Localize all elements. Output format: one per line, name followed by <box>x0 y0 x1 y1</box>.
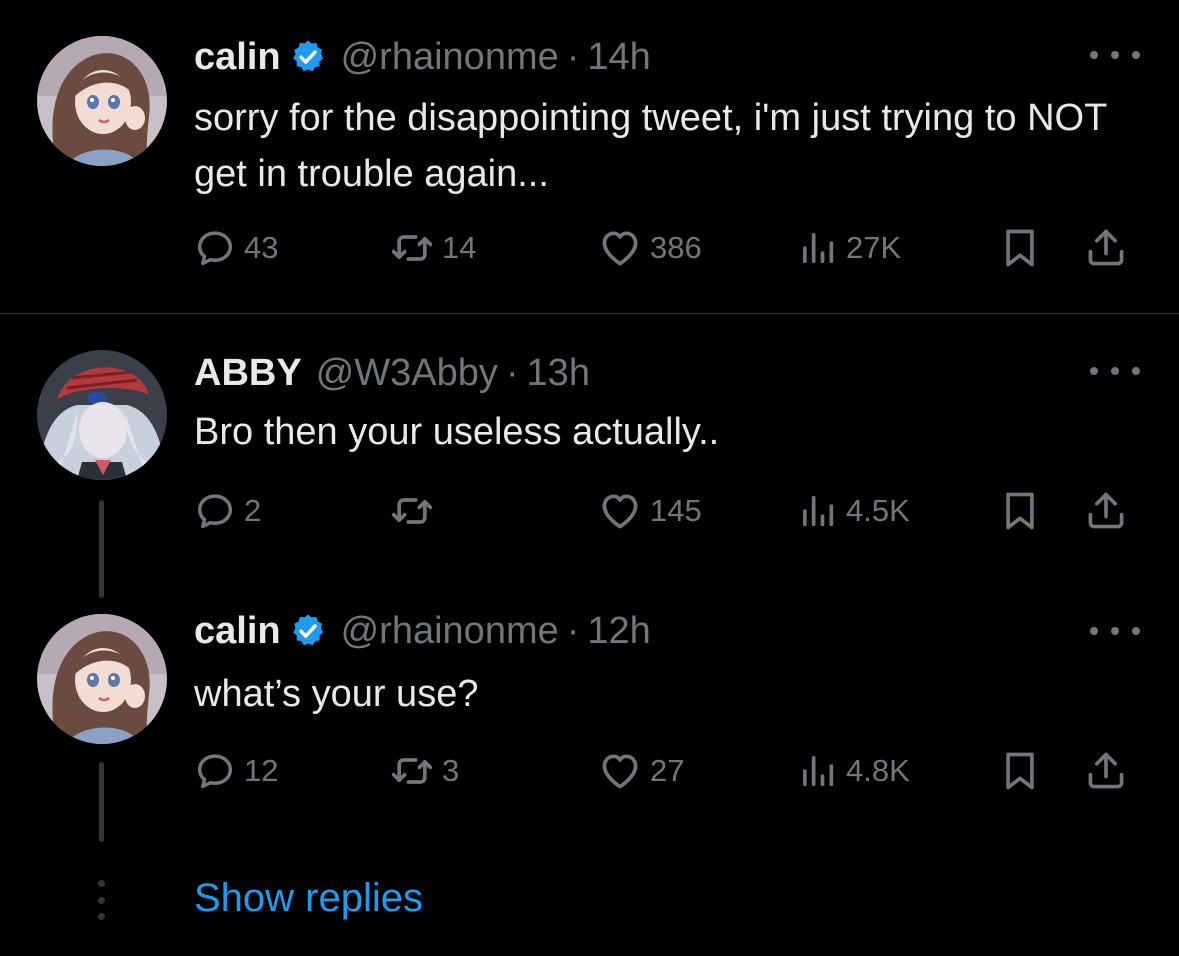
user-handle[interactable]: @rhainonme <box>341 610 559 653</box>
bookmark-icon <box>998 489 1042 533</box>
verified-badge-icon <box>289 612 327 650</box>
user-handle[interactable]: @rhainonme <box>341 36 559 79</box>
like-button[interactable]: 145 <box>598 486 702 536</box>
speech-bubble-icon <box>194 750 236 792</box>
separator-dot: · <box>566 609 580 652</box>
tweet-3[interactable]: calin @rhainonme · 12h what’s your use? … <box>0 574 1179 844</box>
bar-chart-icon <box>798 228 838 268</box>
timestamp[interactable]: 12h <box>587 610 650 653</box>
retweet-arrows-icon <box>390 489 434 533</box>
bar-chart-icon <box>798 751 838 791</box>
tweet-actions: 43 14 386 27K <box>194 223 1144 273</box>
reply-button[interactable]: 12 <box>194 746 278 796</box>
reply-button[interactable]: 43 <box>194 223 278 273</box>
bookmark-icon <box>998 226 1042 270</box>
share-upload-icon <box>1084 749 1128 793</box>
more-options-icon[interactable] <box>1090 45 1140 65</box>
retweet-arrows-icon <box>390 226 434 270</box>
verified-badge-icon <box>289 38 327 76</box>
more-options-icon[interactable] <box>1090 361 1140 381</box>
show-replies-link[interactable]: Show replies <box>194 876 423 921</box>
like-count: 145 <box>650 493 702 528</box>
share-upload-icon <box>1084 226 1128 270</box>
bookmark-button[interactable] <box>998 486 1042 536</box>
share-button[interactable] <box>1084 223 1128 273</box>
view-count: 4.5K <box>846 493 910 528</box>
heart-icon <box>598 489 642 533</box>
bookmark-button[interactable] <box>998 223 1042 273</box>
like-button[interactable]: 27 <box>598 746 684 796</box>
share-button[interactable] <box>1084 746 1128 796</box>
share-upload-icon <box>1084 489 1128 533</box>
retweet-count: 3 <box>442 753 460 788</box>
thread-connector <box>99 762 104 842</box>
retweet-button[interactable]: 14 <box>390 223 476 273</box>
avatar-calin[interactable] <box>37 614 167 744</box>
like-count: 27 <box>650 753 685 788</box>
speech-bubble-icon <box>194 227 236 269</box>
tweet-header: calin @rhainonme · 12h <box>194 606 651 656</box>
bookmark-icon <box>998 749 1042 793</box>
bar-chart-icon <box>798 491 838 531</box>
retweet-button[interactable] <box>390 486 442 536</box>
user-handle[interactable]: @W3Abby <box>316 352 498 395</box>
view-count: 27K <box>846 230 902 265</box>
more-options-icon[interactable] <box>1090 621 1140 641</box>
views-button[interactable]: 4.8K <box>798 746 910 796</box>
speech-bubble-icon <box>194 490 236 532</box>
bookmark-button[interactable] <box>998 746 1042 796</box>
tweet-actions: 2 145 4.5K <box>194 486 1144 536</box>
avatar-calin[interactable] <box>37 36 167 166</box>
tweet-1[interactable]: calin @rhainonme · 14h sorry for the dis… <box>0 0 1179 313</box>
tweet-header: ABBY @W3Abby · 13h <box>194 348 590 398</box>
tweet-actions: 12 3 27 4.8K <box>194 746 1144 796</box>
reply-count: 43 <box>244 230 279 265</box>
timestamp[interactable]: 13h <box>527 352 590 395</box>
avatar-abby[interactable] <box>37 350 167 480</box>
reply-count: 2 <box>244 493 262 528</box>
views-button[interactable]: 27K <box>798 223 901 273</box>
tweet-text: Bro then your useless actually.. <box>194 411 720 453</box>
display-name[interactable]: calin <box>194 610 281 653</box>
tweet-text: what’s your use? <box>194 673 479 715</box>
separator-dot: · <box>505 351 519 394</box>
retweet-arrows-icon <box>390 749 434 793</box>
tweet-header: calin @rhainonme · 14h <box>194 32 651 82</box>
reply-count: 12 <box>244 753 279 788</box>
avatar-image <box>37 350 167 480</box>
like-button[interactable]: 386 <box>598 223 702 273</box>
tweet-text: sorry for the disappointing tweet, i'm j… <box>194 97 1107 195</box>
display-name[interactable]: ABBY <box>194 352 302 395</box>
tweet-2[interactable]: ABBY @W3Abby · 13h Bro then your useless… <box>0 314 1179 574</box>
views-button[interactable]: 4.5K <box>798 486 910 536</box>
display-name[interactable]: calin <box>194 36 281 79</box>
timestamp[interactable]: 14h <box>587 36 650 79</box>
separator-dot: · <box>566 35 580 78</box>
avatar-image <box>37 36 167 166</box>
heart-icon <box>598 749 642 793</box>
avatar-image <box>37 614 167 744</box>
view-count: 4.8K <box>846 753 910 788</box>
share-button[interactable] <box>1084 486 1128 536</box>
heart-icon <box>598 226 642 270</box>
thread-dots-icon <box>96 880 106 920</box>
like-count: 386 <box>650 230 702 265</box>
retweet-button[interactable]: 3 <box>390 746 459 796</box>
retweet-count: 14 <box>442 230 477 265</box>
reply-button[interactable]: 2 <box>194 486 261 536</box>
